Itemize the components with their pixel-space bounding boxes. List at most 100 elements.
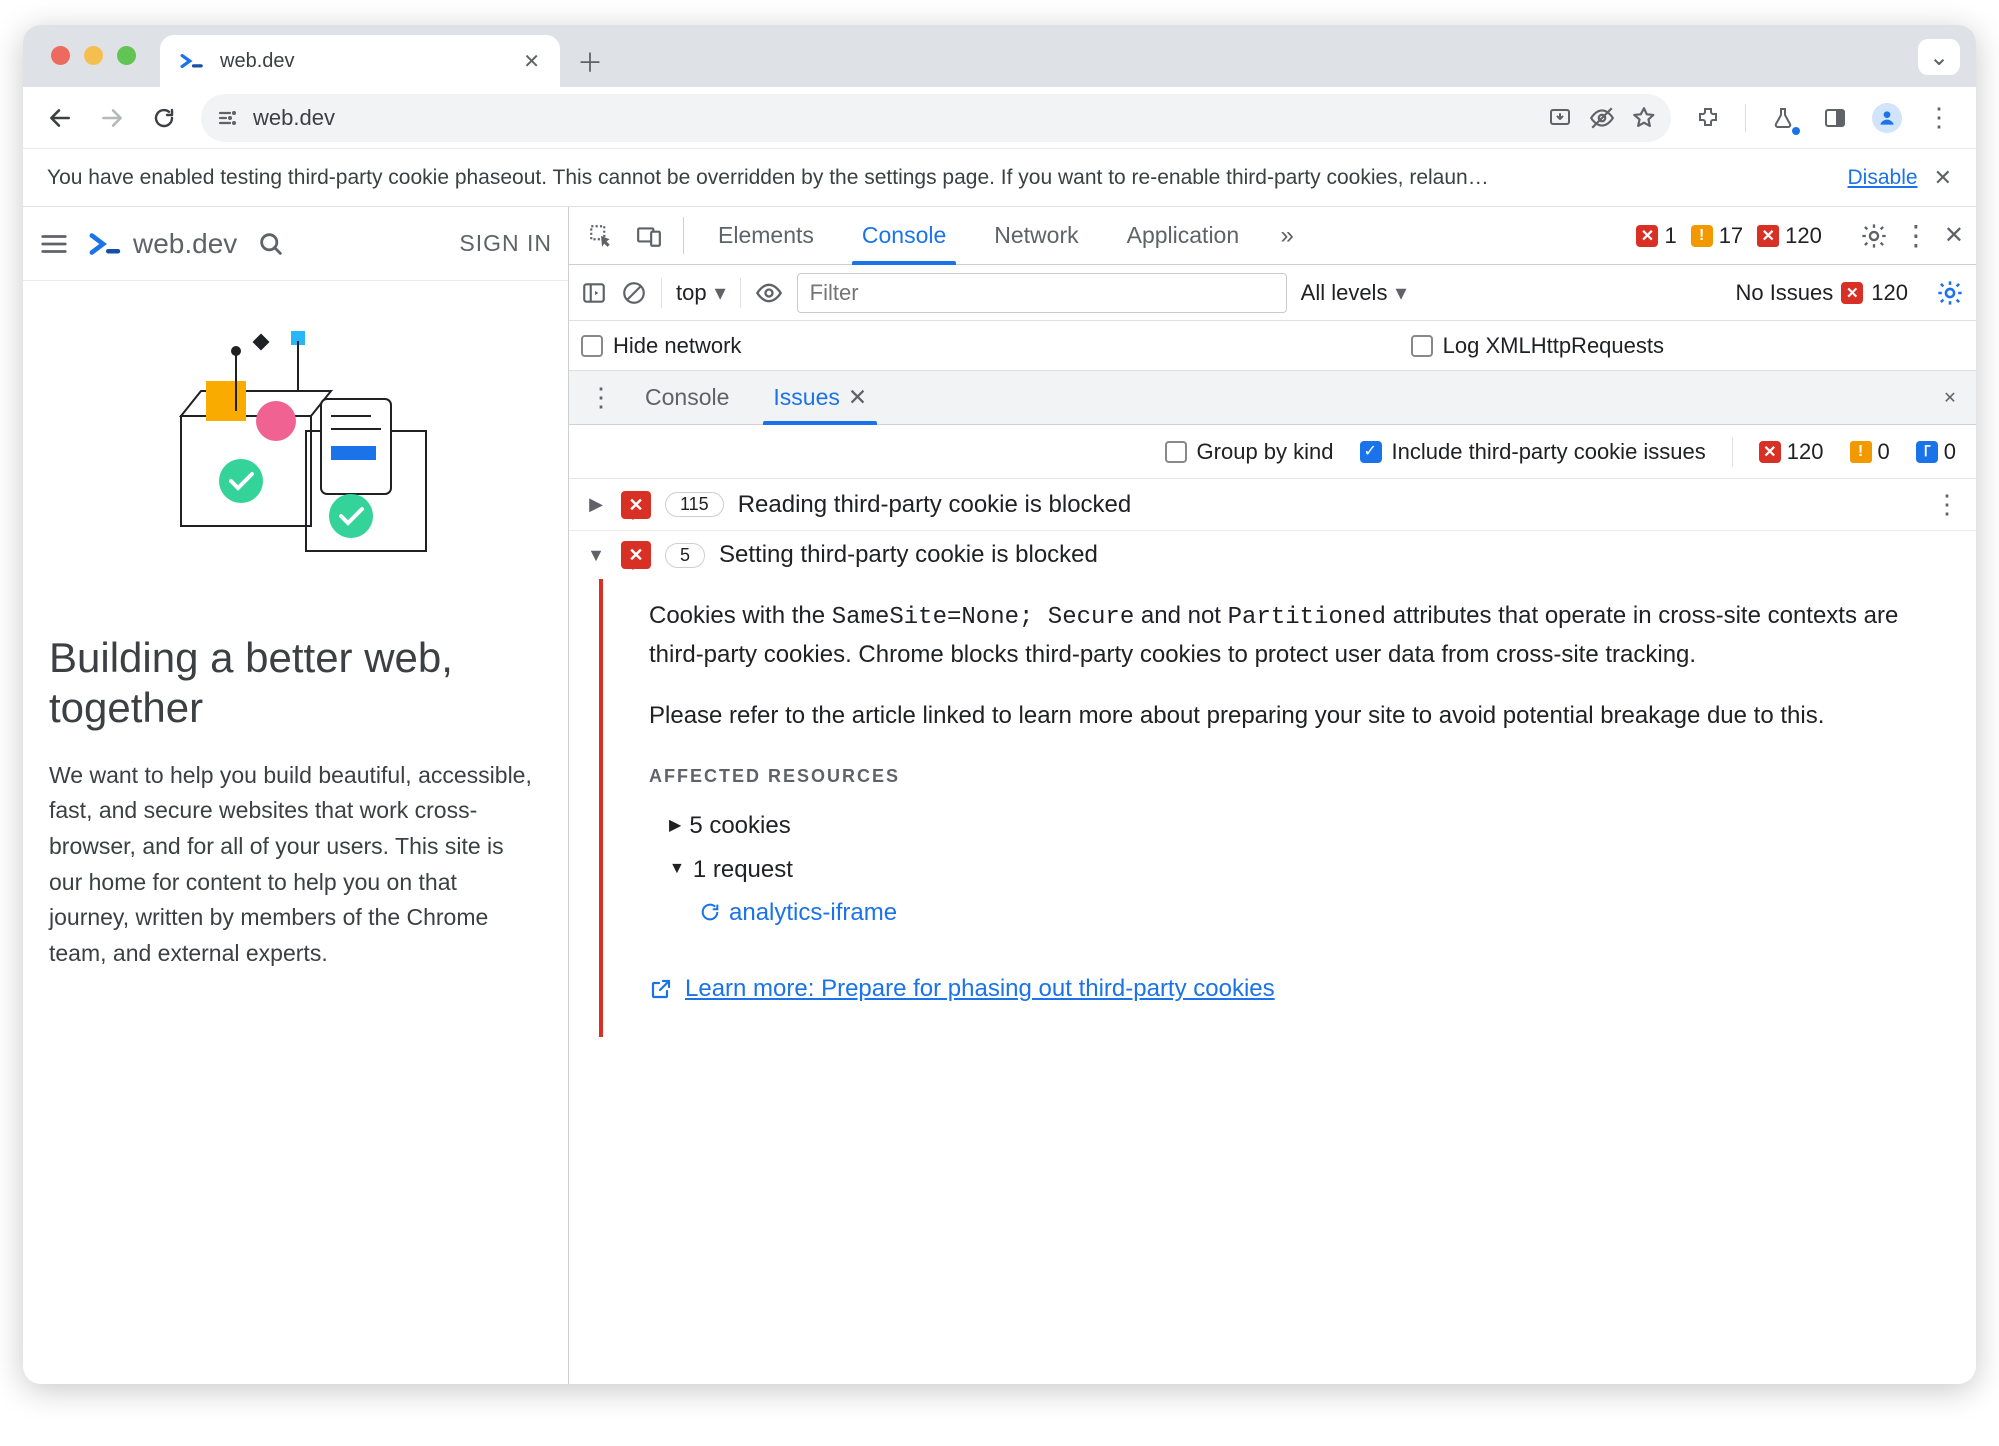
labs-icon[interactable] <box>1760 95 1806 141</box>
hero-illustration <box>151 321 441 561</box>
search-icon[interactable] <box>257 230 285 258</box>
console-toolbar: top ▾ All levels ▾ No Issues ✕ 120 <box>569 265 1976 321</box>
close-window-button[interactable] <box>51 46 70 65</box>
issue-row-collapsed[interactable]: ▶ ✕ 115 Reading third-party cookie is bl… <box>569 479 1976 531</box>
inspect-icon[interactable] <box>579 207 623 264</box>
info-bar-message: You have enabled testing third-party coo… <box>47 166 1832 190</box>
issue-row-expanded[interactable]: ▼ ✕ 5 Setting third-party cookie is bloc… <box>569 531 1976 579</box>
devtools-panel: Elements Console Network Application » ✕… <box>569 207 1976 1384</box>
group-by-kind-checkbox[interactable]: Group by kind <box>1165 439 1334 465</box>
tab-network[interactable]: Network <box>972 207 1100 264</box>
request-link-row[interactable]: analytics-iframe <box>649 891 1946 934</box>
external-link-icon <box>649 977 673 1001</box>
devtools-close-icon[interactable]: ✕ <box>1944 221 1964 250</box>
webdev-logo-icon <box>89 227 123 261</box>
filter-input[interactable] <box>797 273 1287 313</box>
issue-count: 115 <box>665 492 724 517</box>
issue-menu-icon[interactable]: ⋮ <box>1934 489 1960 520</box>
issues-badge[interactable]: ✕120 <box>1757 223 1822 249</box>
drawer-tab-issues[interactable]: Issues ✕ <box>751 371 889 424</box>
hero-body: We want to help you build beautiful, acc… <box>49 758 542 972</box>
tab-strip: web.dev ✕ ＋ ⌄ <box>23 25 1976 87</box>
address-text: web.dev <box>253 105 335 131</box>
include-3p-checkbox[interactable]: Include third-party cookie issues <box>1360 439 1706 465</box>
close-tab-icon[interactable]: ✕ <box>848 384 867 411</box>
issues-toolbar: Group by kind Include third-party cookie… <box>569 425 1976 479</box>
browser-tab[interactable]: web.dev ✕ <box>160 35 560 87</box>
info-bar-close-icon[interactable]: ✕ <box>1934 165 1952 191</box>
issues-blue-count: ｢0 <box>1916 439 1956 465</box>
disclosure-right-icon: ▶ <box>669 814 681 839</box>
clear-console-icon[interactable] <box>621 280 647 306</box>
error-badge-icon: ✕ <box>621 491 651 519</box>
learn-more-link[interactable]: Learn more: Prepare for phasing out thir… <box>685 970 1275 1007</box>
tab-console[interactable]: Console <box>840 207 968 264</box>
tab-title: web.dev <box>220 50 295 73</box>
disclosure-right-icon[interactable]: ▶ <box>585 494 607 515</box>
issues-red-count: ✕120 <box>1759 439 1824 465</box>
drawer-close-icon[interactable]: ✕ <box>1924 371 1976 424</box>
devtools-menu-icon[interactable]: ⋮ <box>1902 219 1930 252</box>
issues-orange-count: !0 <box>1850 439 1890 465</box>
affected-requests[interactable]: ▼1 request <box>649 848 1946 891</box>
disclosure-down-icon: ▼ <box>669 857 685 882</box>
issue-title: Setting third-party cookie is blocked <box>719 541 1098 569</box>
disclosure-down-icon[interactable]: ▼ <box>585 545 607 566</box>
menu-icon[interactable] <box>39 229 69 259</box>
tab-overflow-icon[interactable]: » <box>1265 207 1309 264</box>
bookmark-star-icon[interactable] <box>1625 99 1663 137</box>
issue-count: 5 <box>665 543 705 568</box>
extensions-icon[interactable] <box>1685 95 1731 141</box>
issue-paragraph: Cookies with the SameSite=None; Secure a… <box>649 597 1946 673</box>
live-expression-icon[interactable] <box>755 279 783 307</box>
site-settings-icon[interactable] <box>209 99 247 137</box>
side-panel-icon[interactable] <box>1812 95 1858 141</box>
affected-cookies[interactable]: ▶5 cookies <box>649 804 1946 847</box>
eye-off-icon[interactable] <box>1583 99 1621 137</box>
new-tab-button[interactable]: ＋ <box>568 39 612 83</box>
minimize-window-button[interactable] <box>84 46 103 65</box>
page-content: web.dev SIGN IN <box>23 207 569 1384</box>
info-bar-action[interactable]: Disable <box>1848 166 1918 190</box>
tab-application[interactable]: Application <box>1105 207 1262 264</box>
back-button[interactable] <box>37 95 83 141</box>
hero-title: Building a better web, together <box>49 633 542 734</box>
drawer-tabbar: ⋮ Console Issues ✕ ✕ <box>569 371 1976 425</box>
close-tab-icon[interactable]: ✕ <box>523 49 540 74</box>
tab-elements[interactable]: Elements <box>696 207 836 264</box>
tab-overflow-button[interactable]: ⌄ <box>1918 39 1960 75</box>
maximize-window-button[interactable] <box>117 46 136 65</box>
signin-link[interactable]: SIGN IN <box>459 230 552 257</box>
site-brand: web.dev <box>133 228 237 260</box>
separator <box>1745 104 1746 132</box>
browser-window: web.dev ✕ ＋ ⌄ web.dev ⋮ You have enabled… <box>23 25 1976 1384</box>
warnings-badge[interactable]: !17 <box>1691 223 1743 249</box>
toggle-sidebar-icon[interactable] <box>581 280 607 306</box>
site-logo[interactable]: web.dev <box>89 227 237 261</box>
device-toggle-icon[interactable] <box>627 207 671 264</box>
browser-menu-icon[interactable]: ⋮ <box>1916 95 1962 141</box>
levels-selector[interactable]: All levels ▾ <box>1301 280 1407 306</box>
reload-button[interactable] <box>141 95 187 141</box>
console-settings-row: Hide network Log XMLHttpRequests <box>569 321 1976 371</box>
context-selector[interactable]: top ▾ <box>676 280 726 306</box>
console-settings-gear-icon[interactable] <box>1936 279 1964 307</box>
request-link[interactable]: analytics-iframe <box>729 894 897 931</box>
devtools-tabbar: Elements Console Network Application » ✕… <box>569 207 1976 265</box>
settings-gear-icon[interactable] <box>1860 222 1888 250</box>
site-header: web.dev SIGN IN <box>23 207 568 281</box>
refresh-icon <box>699 901 721 923</box>
install-app-icon[interactable] <box>1541 99 1579 137</box>
webdev-favicon <box>180 48 206 74</box>
drawer-menu-icon[interactable]: ⋮ <box>579 371 623 424</box>
forward-button[interactable] <box>89 95 135 141</box>
drawer-tab-console[interactable]: Console <box>623 371 751 424</box>
issue-paragraph: Please refer to the article linked to le… <box>649 697 1946 734</box>
errors-badge[interactable]: ✕1 <box>1636 223 1676 249</box>
hide-network-checkbox[interactable]: Hide network <box>581 333 741 359</box>
no-issues-indicator[interactable]: No Issues ✕ 120 <box>1735 280 1908 306</box>
address-bar[interactable]: web.dev <box>201 94 1671 142</box>
profile-avatar[interactable] <box>1864 95 1910 141</box>
learn-more-row: Learn more: Prepare for phasing out thir… <box>649 970 1946 1007</box>
log-xhr-checkbox[interactable]: Log XMLHttpRequests <box>1411 333 1664 359</box>
